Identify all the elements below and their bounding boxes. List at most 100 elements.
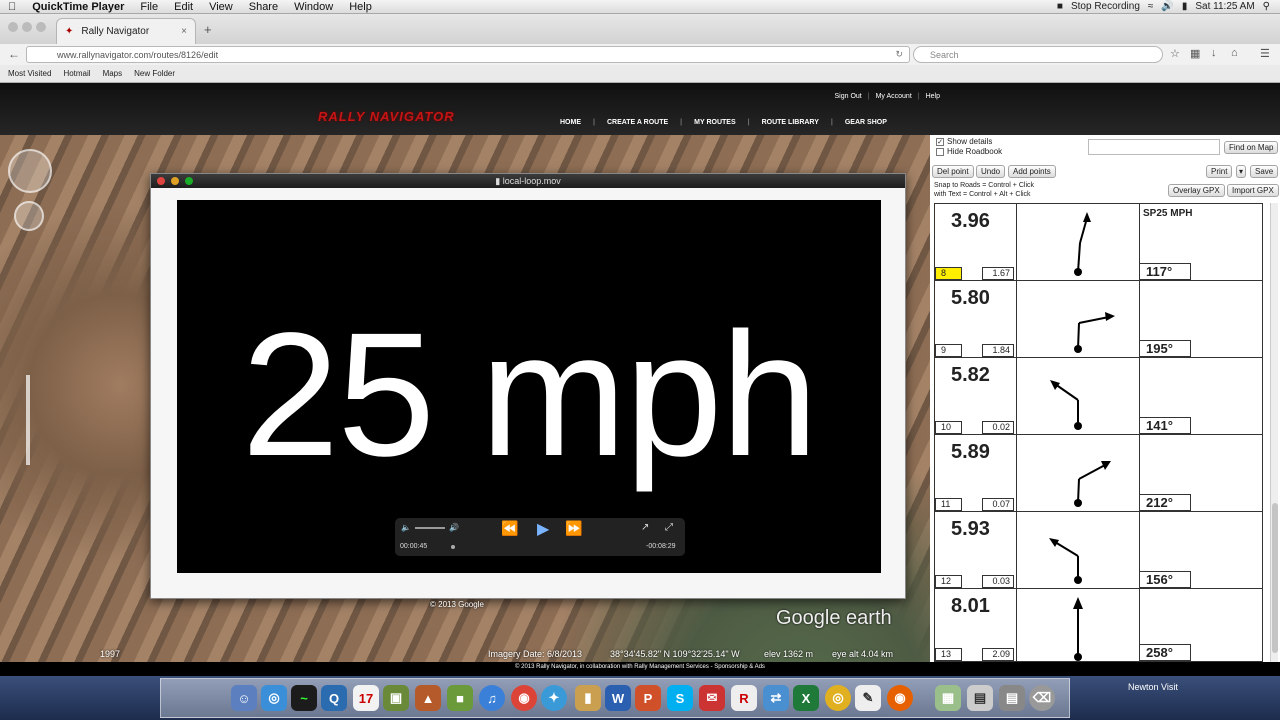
finder-icon[interactable]: ☺	[231, 685, 257, 711]
site-logo[interactable]: RALLY NAVIGATOR	[318, 109, 455, 124]
roadbook-row[interactable]: 5.93 12 0.03 156°	[934, 512, 1263, 589]
fast-forward-icon[interactable]: ⏩	[565, 520, 582, 537]
window-thumbnail-icon[interactable]: ▤	[999, 685, 1025, 711]
preview-icon[interactable]: ▣	[383, 685, 409, 711]
tulip-straight-right-icon[interactable]	[1035, 208, 1135, 278]
menu-file[interactable]: File	[132, 1, 166, 13]
zoom-window-icon[interactable]	[185, 177, 193, 185]
zoom-window-icon[interactable]	[36, 22, 46, 32]
roadbook-row[interactable]: 5.82 10 0.02 141°	[934, 358, 1263, 435]
bookmark-star-icon[interactable]: ☆	[1170, 47, 1180, 60]
print-button[interactable]: Print	[1206, 165, 1233, 178]
map-pan-control[interactable]	[14, 201, 44, 231]
close-window-icon[interactable]	[157, 177, 165, 185]
menu-edit[interactable]: Edit	[166, 1, 201, 13]
undo-button[interactable]: Undo	[976, 165, 1006, 178]
mail-icon[interactable]: ✉	[699, 685, 725, 711]
itunes-icon[interactable]: ♫	[479, 685, 505, 711]
dashboard-icon[interactable]: ◎	[261, 685, 287, 711]
target-icon[interactable]: ◎	[825, 685, 851, 711]
map-navigation-control[interactable]	[8, 149, 52, 193]
video-frame[interactable]: 25 mph 🔈 🔊 ⏪ ▶ ⏩ ↗ ⤢ 00:00:45 -00:08:29	[177, 200, 881, 573]
bookmarks-list-icon[interactable]: ▦	[1190, 47, 1200, 60]
my-account-link[interactable]: My Account	[876, 93, 912, 100]
bookmark-new-folder[interactable]: New Folder	[134, 69, 175, 78]
fullscreen-icon[interactable]: ⤢	[665, 522, 673, 533]
spotlight-icon[interactable]: ⚲	[1263, 1, 1270, 12]
screenshot-icon[interactable]: ▤	[967, 685, 993, 711]
roadbook-row[interactable]: 3.96 8 1.67 SP25 MPH 117°	[934, 204, 1263, 281]
stop-recording[interactable]: Stop Recording	[1071, 1, 1140, 12]
volume-low-icon[interactable]: 🔈	[401, 523, 411, 532]
chrome-icon[interactable]: ◉	[511, 685, 537, 711]
word-icon[interactable]: W	[605, 685, 631, 711]
close-tab-icon[interactable]: ×	[181, 26, 187, 37]
document-icon[interactable]: ▮	[575, 685, 601, 711]
tulip-straight-icon[interactable]	[1035, 593, 1135, 663]
rewind-icon[interactable]: ⏪	[501, 520, 518, 537]
add-points-button[interactable]: Add points	[1008, 165, 1056, 178]
filezilla-icon[interactable]: ⇄	[763, 685, 789, 711]
tulip-left-icon[interactable]	[1035, 362, 1135, 432]
firefox-icon[interactable]: ◉	[887, 685, 913, 711]
clock[interactable]: Sat 11:25 AM	[1195, 1, 1254, 12]
apple-icon[interactable]: 	[0, 1, 24, 13]
calendar-icon[interactable]: 17	[353, 685, 379, 711]
quicktime-icon[interactable]: Q	[321, 685, 347, 711]
scrubber-handle[interactable]	[451, 545, 455, 549]
menu-view[interactable]: View	[201, 1, 241, 13]
reload-icon[interactable]: ↻	[895, 49, 903, 60]
close-window-icon[interactable]	[8, 22, 18, 32]
trash-icon[interactable]: ⌫	[1029, 685, 1055, 711]
nav-home[interactable]: HOME	[560, 119, 581, 126]
volume-icon[interactable]: 🔊	[1161, 1, 1173, 12]
bookmark-hotmail[interactable]: Hotmail	[63, 69, 90, 78]
url-bar[interactable]: www.rallynavigator.com/routes/8126/edit …	[26, 46, 910, 63]
powerpoint-icon[interactable]: P	[635, 685, 661, 711]
volume-high-icon[interactable]: 🔊	[449, 523, 459, 532]
show-details-checkbox[interactable]: ✓ Show details	[936, 137, 992, 146]
sign-out-link[interactable]: Sign Out	[835, 93, 862, 100]
app-menu[interactable]: QuickTime Player	[24, 1, 132, 13]
tulip-left-icon[interactable]	[1035, 516, 1135, 586]
nav-create-route[interactable]: CREATE A ROUTE	[607, 119, 668, 126]
wifi-icon[interactable]: ≈	[1148, 1, 1154, 12]
search-input[interactable]: Search	[913, 46, 1163, 63]
roblox-icon[interactable]: R	[731, 685, 757, 711]
nav-gear-shop[interactable]: GEAR SHOP	[845, 119, 887, 126]
new-tab-icon[interactable]: +	[204, 22, 212, 37]
play-icon[interactable]: ▶	[537, 519, 549, 539]
minecraft-icon[interactable]: ■	[447, 685, 473, 711]
find-on-map-button[interactable]: Find on Map	[1224, 141, 1279, 154]
menu-window[interactable]: Window	[286, 1, 341, 13]
minimize-window-icon[interactable]	[22, 22, 32, 32]
nav-route-library[interactable]: ROUTE LIBRARY	[762, 119, 819, 126]
excel-icon[interactable]: X	[793, 685, 819, 711]
find-location-input[interactable]	[1088, 139, 1220, 155]
print-dropdown-icon[interactable]: ▾	[1236, 165, 1246, 178]
roadbook-row[interactable]: 5.89 11 0.07 212°	[934, 435, 1263, 512]
menu-share[interactable]: Share	[241, 1, 286, 13]
skype-icon[interactable]: S	[667, 685, 693, 711]
del-point-button[interactable]: Del point	[932, 165, 974, 178]
quicktime-titlebar[interactable]: ▮ local-loop.mov	[151, 174, 905, 188]
menu-help[interactable]: Help	[341, 1, 380, 13]
save-button[interactable]: Save	[1250, 165, 1279, 178]
bookmark-most-visited[interactable]: Most Visited	[8, 69, 51, 78]
roadbook-row[interactable]: 5.80 9 1.84 195°	[934, 281, 1263, 358]
import-gpx-button[interactable]: Import GPX	[1227, 184, 1279, 197]
nav-my-routes[interactable]: MY ROUTES	[694, 119, 736, 126]
bookmark-maps[interactable]: Maps	[103, 69, 123, 78]
volume-slider[interactable]	[415, 527, 445, 529]
safari-icon[interactable]: ✦	[541, 685, 567, 711]
menu-icon[interactable]: ☰	[1260, 47, 1270, 60]
stop-recording-icon[interactable]: ■	[1057, 1, 1063, 12]
tulip-right-icon[interactable]	[1035, 439, 1135, 509]
minimize-window-icon[interactable]	[171, 177, 179, 185]
home-icon[interactable]: ⌂	[1231, 47, 1238, 59]
share-icon[interactable]: ↗	[641, 522, 649, 533]
quicktime-window[interactable]: ▮ local-loop.mov 25 mph 🔈 🔊 ⏪ ▶ ⏩ ↗ ⤢ 00…	[150, 173, 906, 599]
scrollbar-thumb[interactable]	[1272, 503, 1278, 653]
overlay-gpx-button[interactable]: Overlay GPX	[1168, 184, 1225, 197]
roadbook-scrollbar[interactable]	[1270, 203, 1278, 662]
